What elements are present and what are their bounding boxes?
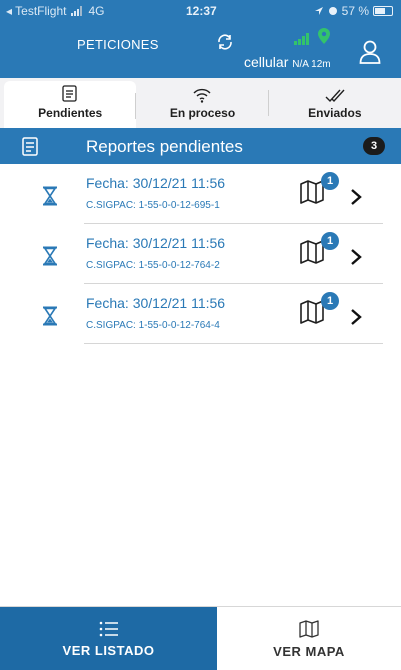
tab-label: Enviados xyxy=(308,106,362,120)
location-pin-icon xyxy=(318,28,330,44)
chevron-right-icon[interactable] xyxy=(349,248,363,266)
list-icon xyxy=(99,621,118,636)
hourglass-icon xyxy=(43,186,57,206)
chevron-right-icon[interactable] xyxy=(349,188,363,206)
battery-icon xyxy=(373,6,393,16)
item-code: C.SIGPAC: 1-55-0-0-12-764-4 xyxy=(86,320,220,331)
item-code: C.SIGPAC: 1-55-0-0-12-764-2 xyxy=(86,260,220,271)
bottom-nav: VER LISTADO VER MAPA xyxy=(0,606,401,670)
connection-status: cellular N/A 12m xyxy=(244,54,331,70)
double-check-icon xyxy=(325,89,345,103)
count-badge: 3 xyxy=(363,137,385,155)
sync-icon[interactable] xyxy=(216,33,234,51)
tab-label: En proceso xyxy=(169,106,236,120)
signal-strength-icon xyxy=(294,33,309,45)
tab-pendientes[interactable]: Pendientes xyxy=(4,81,137,128)
item-date: Fecha: 30/12/21 11:56 xyxy=(86,235,226,251)
item-date: Fecha: 30/12/21 11:56 xyxy=(86,295,226,311)
document-list-icon xyxy=(22,137,38,156)
status-tabs: Pendientes En proceso Enviados xyxy=(0,78,401,128)
nav-label: VER LISTADO xyxy=(62,642,155,658)
location-arrow-icon xyxy=(314,7,323,15)
page-title: PETICIONES xyxy=(77,37,159,52)
map-count-badge: 1 xyxy=(321,232,339,250)
map-count-badge: 1 xyxy=(321,172,339,190)
section-title: Reportes pendientes xyxy=(86,137,243,156)
map-icon xyxy=(299,619,319,638)
network-type: 4G xyxy=(88,4,105,18)
status-left: ◂ TestFlight 4G xyxy=(6,4,105,18)
alarm-icon xyxy=(328,7,337,15)
battery-percent: 57 % xyxy=(341,4,369,18)
list-item[interactable]: Fecha: 30/12/21 11:56 C.SIGPAC: 1-55-0-0… xyxy=(0,164,401,224)
item-code: C.SIGPAC: 1-55-0-0-12-695-1 xyxy=(86,200,220,211)
tab-enviados[interactable]: Enviados xyxy=(269,78,401,128)
hourglass-icon xyxy=(43,246,57,266)
app-header: ◂ TestFlight 4G 12:37 57 % PETICIONES ce… xyxy=(0,0,401,78)
connection-detail: N/A 12m xyxy=(292,59,331,70)
tab-label: Pendientes xyxy=(38,106,103,120)
list-item[interactable]: Fecha: 30/12/21 11:56 C.SIGPAC: 1-55-0-0… xyxy=(0,284,401,344)
user-icon[interactable] xyxy=(359,40,381,64)
back-to-testflight[interactable]: ◂ TestFlight xyxy=(6,4,67,18)
cell-signal-icon xyxy=(70,6,82,16)
item-date: Fecha: 30/12/21 11:56 xyxy=(86,175,226,191)
hourglass-icon xyxy=(43,306,57,326)
status-right: 57 % xyxy=(314,4,393,18)
chevron-right-icon[interactable] xyxy=(349,308,363,326)
status-bar: ◂ TestFlight 4G 12:37 57 % xyxy=(0,0,401,22)
tab-en-proceso[interactable]: En proceso xyxy=(136,78,269,128)
connection-type: cellular xyxy=(244,54,289,70)
section-header: Reportes pendientes 3 xyxy=(0,128,401,164)
ver-listado-button[interactable]: VER LISTADO xyxy=(0,607,217,670)
status-time: 12:37 xyxy=(186,4,217,18)
nav-label: VER MAPA xyxy=(273,643,345,659)
list-item[interactable]: Fecha: 30/12/21 11:56 C.SIGPAC: 1-55-0-0… xyxy=(0,224,401,284)
map-count-badge: 1 xyxy=(321,292,339,310)
document-list-icon xyxy=(62,85,77,102)
report-list: Fecha: 30/12/21 11:56 C.SIGPAC: 1-55-0-0… xyxy=(0,164,401,344)
ver-mapa-button[interactable]: VER MAPA xyxy=(217,607,401,670)
wifi-icon xyxy=(193,88,211,103)
